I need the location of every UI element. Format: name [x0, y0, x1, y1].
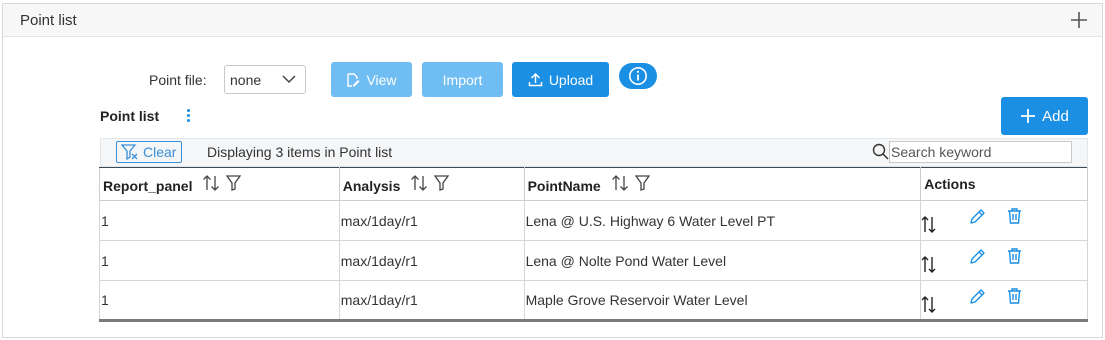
- trash-icon[interactable]: [1006, 287, 1023, 305]
- point-file-select-value: none: [230, 72, 262, 88]
- plus-icon[interactable]: [1070, 11, 1088, 29]
- column-header-report-panel[interactable]: Report_panel: [99, 167, 340, 201]
- view-file-icon: [347, 72, 360, 87]
- table-row[interactable]: 1 max/1day/r1 Maple Grove Reservoir Wate…: [99, 280, 1088, 322]
- edit-icon[interactable]: [968, 248, 986, 266]
- filter-icon[interactable]: [434, 174, 450, 191]
- search-input[interactable]: [889, 141, 1072, 163]
- cell-point-name: Maple Grove Reservoir Water Level: [523, 280, 922, 322]
- cell-point-name: Lena @ U.S. Highway 6 Water Level PT: [523, 200, 922, 241]
- column-title: Analysis: [342, 177, 401, 194]
- cell-actions: [920, 280, 1088, 322]
- point-file-label: Point file:: [149, 72, 207, 88]
- clear-filter-button[interactable]: Clear: [116, 141, 182, 163]
- grid-toolbar: Clear Displaying 3 items in Point list: [100, 138, 1088, 167]
- column-header-actions: Actions: [920, 167, 1088, 201]
- cell-point-name: Lena @ Nolte Pond Water Level: [523, 240, 922, 281]
- column-title: Report_panel: [103, 177, 193, 194]
- column-header-point-name[interactable]: PointName: [523, 167, 922, 201]
- reorder-icon[interactable]: [921, 255, 937, 273]
- info-icon: [629, 67, 647, 85]
- cell-report-panel: 1: [99, 240, 340, 281]
- trash-icon[interactable]: [1006, 247, 1023, 265]
- more-options-icon[interactable]: [184, 107, 192, 127]
- import-button[interactable]: Import: [422, 62, 503, 97]
- add-button-label: Add: [1042, 107, 1069, 125]
- panel-title: Point list: [20, 12, 77, 29]
- cell-analysis: max/1day/r1: [338, 200, 525, 241]
- sort-icon[interactable]: [202, 174, 220, 191]
- cell-report-panel: 1: [99, 200, 340, 241]
- table-row[interactable]: 1 max/1day/r1 Lena @ Nolte Pond Water Le…: [99, 240, 1088, 281]
- import-button-label: Import: [442, 71, 483, 88]
- upload-icon: [528, 72, 543, 87]
- cell-actions: [920, 200, 1088, 241]
- cell-analysis: max/1day/r1: [338, 280, 525, 322]
- view-button[interactable]: View: [331, 62, 412, 97]
- table-row[interactable]: 1 max/1day/r1 Lena @ U.S. Highway 6 Wate…: [99, 200, 1088, 241]
- item-count-text: Displaying 3 items in Point list: [207, 144, 393, 160]
- add-button[interactable]: Add: [1001, 97, 1088, 135]
- column-title: PointName: [527, 177, 601, 194]
- clear-filter-icon: [121, 144, 138, 160]
- point-list-title: Point list: [100, 108, 160, 124]
- point-list-table: Report_panel Analysis PointName Actions …: [99, 167, 1088, 322]
- table-header-row: Report_panel Analysis PointName Actions: [99, 167, 1088, 201]
- cell-report-panel: 1: [99, 280, 340, 322]
- reorder-icon[interactable]: [921, 215, 937, 233]
- column-header-analysis[interactable]: Analysis: [338, 167, 525, 201]
- chevron-down-icon: [282, 75, 296, 84]
- upload-button[interactable]: Upload: [512, 62, 609, 97]
- upload-button-label: Upload: [548, 71, 594, 88]
- cell-analysis: max/1day/r1: [338, 240, 525, 281]
- panel-header[interactable]: Point list: [3, 4, 1102, 37]
- filter-icon[interactable]: [634, 174, 650, 191]
- cell-actions: [920, 240, 1088, 281]
- view-button-label: View: [366, 71, 397, 88]
- edit-icon[interactable]: [968, 288, 986, 306]
- clear-filter-label: Clear: [143, 144, 177, 160]
- column-title: Actions: [924, 176, 976, 192]
- info-button[interactable]: [619, 63, 657, 89]
- search-icon: [872, 143, 889, 160]
- trash-icon[interactable]: [1006, 207, 1023, 225]
- reorder-icon[interactable]: [921, 295, 937, 313]
- point-file-select[interactable]: none: [224, 65, 306, 94]
- sort-icon[interactable]: [410, 174, 428, 191]
- sort-icon[interactable]: [611, 174, 629, 191]
- plus-icon: [1021, 109, 1036, 123]
- edit-icon[interactable]: [968, 208, 986, 226]
- filter-icon[interactable]: [226, 174, 242, 191]
